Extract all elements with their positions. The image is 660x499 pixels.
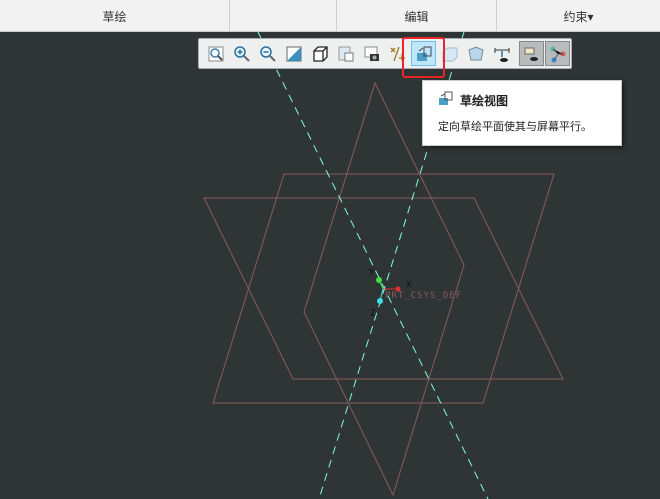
display-style-button[interactable]	[307, 41, 332, 66]
constraint-display-button[interactable]	[519, 41, 544, 66]
zoom-in-icon	[233, 45, 250, 62]
csys-label: PRT_CSYS_DEF	[385, 291, 462, 301]
zoom-out-icon	[259, 45, 276, 62]
x-axis-label: X	[406, 280, 412, 290]
group-edit[interactable]: 编辑	[337, 0, 497, 32]
ribbon-group-bar: 草绘 编辑 约束▾	[0, 0, 660, 32]
dimension-display-icon	[550, 46, 565, 62]
group-sketch[interactable]: 草绘	[0, 0, 230, 32]
refit-icon	[208, 46, 223, 61]
saved-orientations-icon	[338, 46, 353, 61]
display-style-icon	[312, 45, 328, 62]
perspective-icon	[467, 45, 484, 60]
zoom-out-button[interactable]	[255, 41, 280, 66]
highlight-box	[402, 37, 445, 78]
y-axis-label: Y	[369, 268, 375, 278]
sketcher-display-button[interactable]	[489, 41, 514, 66]
tooltip-description: 定向草绘平面使其与屏幕平行。	[438, 120, 592, 133]
view-manager-button[interactable]	[359, 41, 384, 66]
zoom-in-button[interactable]	[229, 41, 254, 66]
dimension-display-button[interactable]	[545, 41, 570, 66]
group-constrain-dropdown[interactable]: 约束▾	[497, 0, 660, 32]
z-axis-label: Z	[370, 309, 376, 319]
perspective-button[interactable]	[463, 41, 488, 66]
constraint-display-icon	[524, 47, 538, 61]
sketcher-display-icon	[494, 47, 509, 62]
saved-orientations-button[interactable]	[333, 41, 358, 66]
refit-button[interactable]	[203, 41, 228, 66]
repaint-button[interactable]	[281, 41, 306, 66]
repaint-icon	[286, 46, 301, 61]
tooltip: 草绘视图 定向草绘平面使其与屏幕平行。	[422, 80, 622, 146]
graphics-toolbar	[198, 38, 572, 69]
sketch-view-icon	[438, 91, 454, 110]
view-manager-icon	[364, 46, 379, 61]
tooltip-title: 草绘视图	[460, 94, 509, 108]
